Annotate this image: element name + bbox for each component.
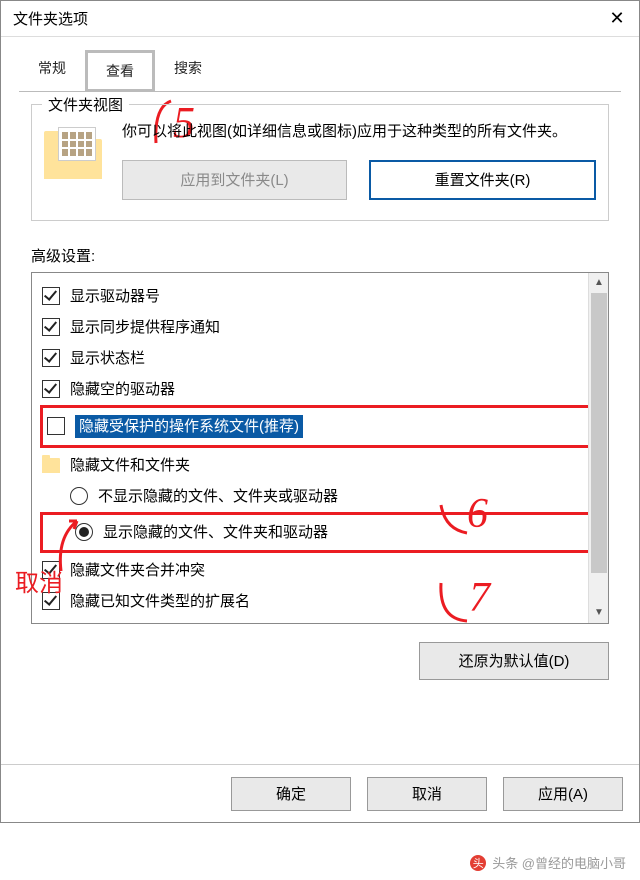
window-title: 文件夹选项 <box>13 8 88 29</box>
checkbox[interactable] <box>42 287 60 305</box>
checkbox[interactable] <box>42 349 60 367</box>
list-item[interactable]: 隐藏文件和文件夹 <box>40 450 604 481</box>
folder-options-dialog: 文件夹选项 ✕ 常规 查看 搜索 5 文件夹视图 你可以将此视图(如详细信息或图… <box>0 0 640 823</box>
advanced-settings-list: 显示驱动器号显示同步提供程序通知显示状态栏隐藏空的驱动器隐藏受保护的操作系统文件… <box>31 272 609 624</box>
checkbox[interactable] <box>42 592 60 610</box>
scrollbar[interactable]: ▲ ▼ <box>588 273 608 623</box>
list-item[interactable]: 显示隐藏的文件、文件夹和驱动器 <box>73 517 599 548</box>
watermark: 头 头条 @曾经的电脑小哥 <box>470 853 626 872</box>
advanced-settings-label: 高级设置: <box>31 245 609 266</box>
list-item-label: 隐藏文件和文件夹 <box>70 455 190 476</box>
scroll-up-button[interactable]: ▲ <box>589 273 609 293</box>
folder-view-desc: 你可以将此视图(如详细信息或图标)应用于这种类型的所有文件夹。 <box>122 121 596 144</box>
cancel-button[interactable]: 取消 <box>367 777 487 811</box>
list-item[interactable]: 隐藏已知文件类型的扩展名 <box>40 586 604 617</box>
scroll-thumb[interactable] <box>591 293 607 573</box>
folder-view-title: 文件夹视图 <box>42 94 129 115</box>
checkbox[interactable] <box>47 417 65 435</box>
restore-defaults-button[interactable]: 还原为默认值(D) <box>419 642 609 680</box>
radio[interactable] <box>75 523 93 541</box>
tab-view[interactable]: 查看 <box>85 50 155 92</box>
ok-button[interactable]: 确定 <box>231 777 351 811</box>
list-item[interactable]: 隐藏空的驱动器 <box>40 374 604 405</box>
list-item-label: 显示状态栏 <box>70 348 145 369</box>
folder-view-group: 文件夹视图 你可以将此视图(如详细信息或图标)应用于这种类型的所有文件夹。 应用… <box>31 104 609 221</box>
list-item-label: 不显示隐藏的文件、文件夹或驱动器 <box>98 486 338 507</box>
list-item-label: 显示驱动器号 <box>70 286 160 307</box>
watermark-logo: 头 <box>470 855 486 871</box>
tab-bar: 常规 查看 搜索 <box>19 49 621 92</box>
radio[interactable] <box>70 487 88 505</box>
scroll-down-button[interactable]: ▼ <box>589 603 609 623</box>
list-item[interactable]: 显示驱动器号 <box>40 281 604 312</box>
list-item[interactable]: 显示状态栏 <box>40 343 604 374</box>
folder-icon <box>44 125 104 179</box>
tab-general[interactable]: 常规 <box>19 49 85 91</box>
folder-icon <box>42 458 60 473</box>
list-item-label: 隐藏受保护的操作系统文件(推荐) <box>75 415 303 438</box>
watermark-text: 头条 @曾经的电脑小哥 <box>492 853 626 872</box>
list-item[interactable]: 显示同步提供程序通知 <box>40 312 604 343</box>
list-item[interactable]: 用彩色显示加密或压缩的 NTFS 文件 <box>40 617 604 623</box>
list-item[interactable]: 不显示隐藏的文件、文件夹或驱动器 <box>68 481 604 512</box>
titlebar: 文件夹选项 ✕ <box>1 1 639 37</box>
checkbox[interactable] <box>42 561 60 579</box>
list-item[interactable]: 隐藏文件夹合并冲突 <box>40 555 604 586</box>
checkbox[interactable] <box>42 318 60 336</box>
list-item[interactable]: 隐藏受保护的操作系统文件(推荐) <box>45 410 599 443</box>
list-item-label: 隐藏空的驱动器 <box>70 379 175 400</box>
dialog-button-bar: 确定 取消 应用(A) <box>1 764 639 822</box>
list-item-label: 用彩色显示加密或压缩的 NTFS 文件 <box>70 622 313 623</box>
list-item-label: 隐藏文件夹合并冲突 <box>70 560 205 581</box>
reset-folders-button[interactable]: 重置文件夹(R) <box>369 160 596 200</box>
apply-button[interactable]: 应用(A) <box>503 777 623 811</box>
tab-search[interactable]: 搜索 <box>155 49 221 91</box>
list-item-label: 显示同步提供程序通知 <box>70 317 220 338</box>
apply-to-folders-button: 应用到文件夹(L) <box>122 160 347 200</box>
list-item-label: 显示隐藏的文件、文件夹和驱动器 <box>103 522 328 543</box>
list-item-label: 隐藏已知文件类型的扩展名 <box>70 591 250 612</box>
checkbox[interactable] <box>42 380 60 398</box>
close-button[interactable]: ✕ <box>595 1 639 37</box>
